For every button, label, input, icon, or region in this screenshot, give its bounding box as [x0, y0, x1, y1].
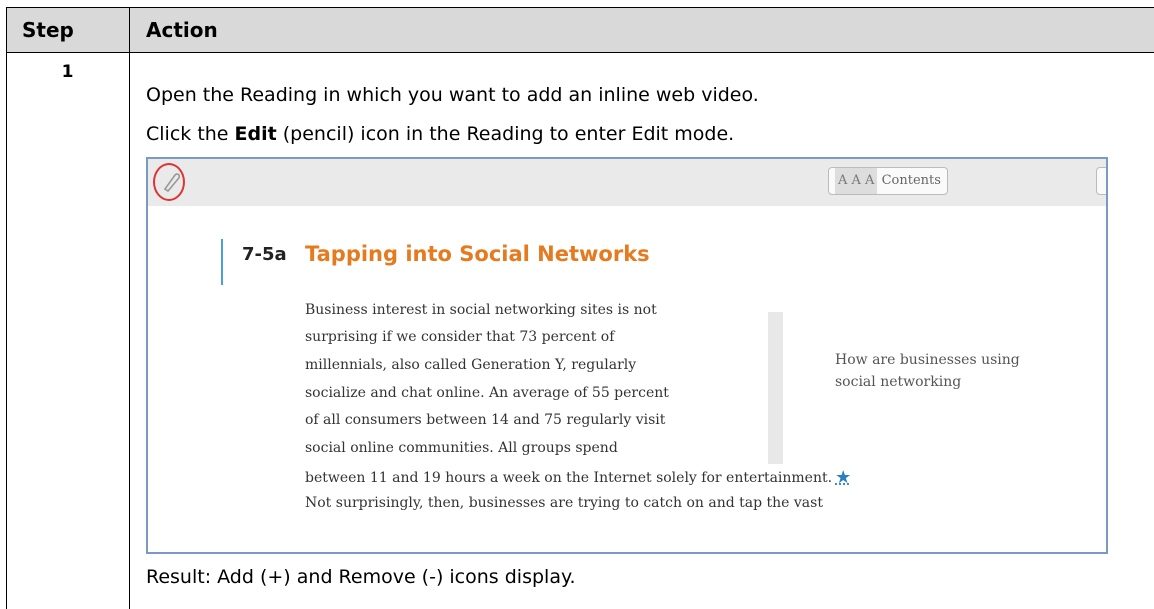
- contents-button-label: Contents: [881, 173, 941, 188]
- text-size-icon[interactable]: A A A: [835, 168, 878, 194]
- paragraph-line: socialize and chat online. An average of…: [305, 385, 669, 401]
- pencil-icon[interactable]: [161, 171, 181, 193]
- section-number: 7-5a: [242, 244, 287, 265]
- star-icon[interactable]: ★: [835, 467, 851, 488]
- result-line: Result: Add (+) and Remove (-) icons dis…: [146, 566, 576, 588]
- reading-screenshot: A A A Contents 7-5a Tapping into Social …: [146, 157, 1108, 554]
- action-line-2-edit: Edit: [234, 123, 277, 145]
- procedure-table: Step Action 1 Open the Reading in which …: [0, 0, 1154, 609]
- section-title: Tapping into Social Networks: [305, 242, 650, 266]
- table-header-row: Step Action: [6, 7, 1154, 53]
- action-line-2-prefix: Click the: [146, 123, 235, 145]
- header-action: Action: [146, 18, 218, 42]
- step-number: 1: [61, 62, 74, 82]
- action-line-2-suffix: (pencil) icon in the Reading to enter Ed…: [276, 123, 735, 145]
- paragraph-line: millennials, also called Generation Y, r…: [305, 357, 637, 373]
- header-step: Step: [22, 18, 74, 42]
- action-line-2: Click the Edit (pencil) icon in the Read…: [146, 123, 734, 145]
- edit-highlight-circle: [153, 163, 185, 201]
- paragraph-line: surprising if we consider that 73 percen…: [305, 329, 615, 345]
- header-left-border: [6, 8, 7, 52]
- header-divider: [129, 8, 130, 52]
- paragraph-line: Not surprisingly, then, businesses are t…: [305, 495, 823, 511]
- action-line-1-text: Open the Reading in which you want to ad…: [146, 84, 759, 106]
- paragraph-line: Business interest in social networking s…: [305, 302, 657, 318]
- reader-toolbar: [148, 159, 1106, 206]
- paragraph-line-text: between 11 and 19 hours a week on the In…: [305, 470, 833, 486]
- toolbar-right-button[interactable]: [1096, 167, 1106, 195]
- paragraph-line-with-star: between 11 and 19 hours a week on the In…: [305, 467, 851, 488]
- table-left-border: [6, 51, 7, 609]
- table-column-divider: [129, 51, 130, 609]
- sidebar-bar: [768, 312, 783, 464]
- sidebar-question: How are businesses using social networki…: [835, 352, 1020, 390]
- section-accent-bar: [221, 239, 223, 285]
- action-line-1: Open the Reading in which you want to ad…: [146, 84, 759, 106]
- paragraph-line: of all consumers between 14 and 75 regul…: [305, 412, 666, 428]
- contents-button[interactable]: A A A Contents: [828, 167, 948, 195]
- paragraph-line: social online communities. All groups sp…: [305, 440, 618, 456]
